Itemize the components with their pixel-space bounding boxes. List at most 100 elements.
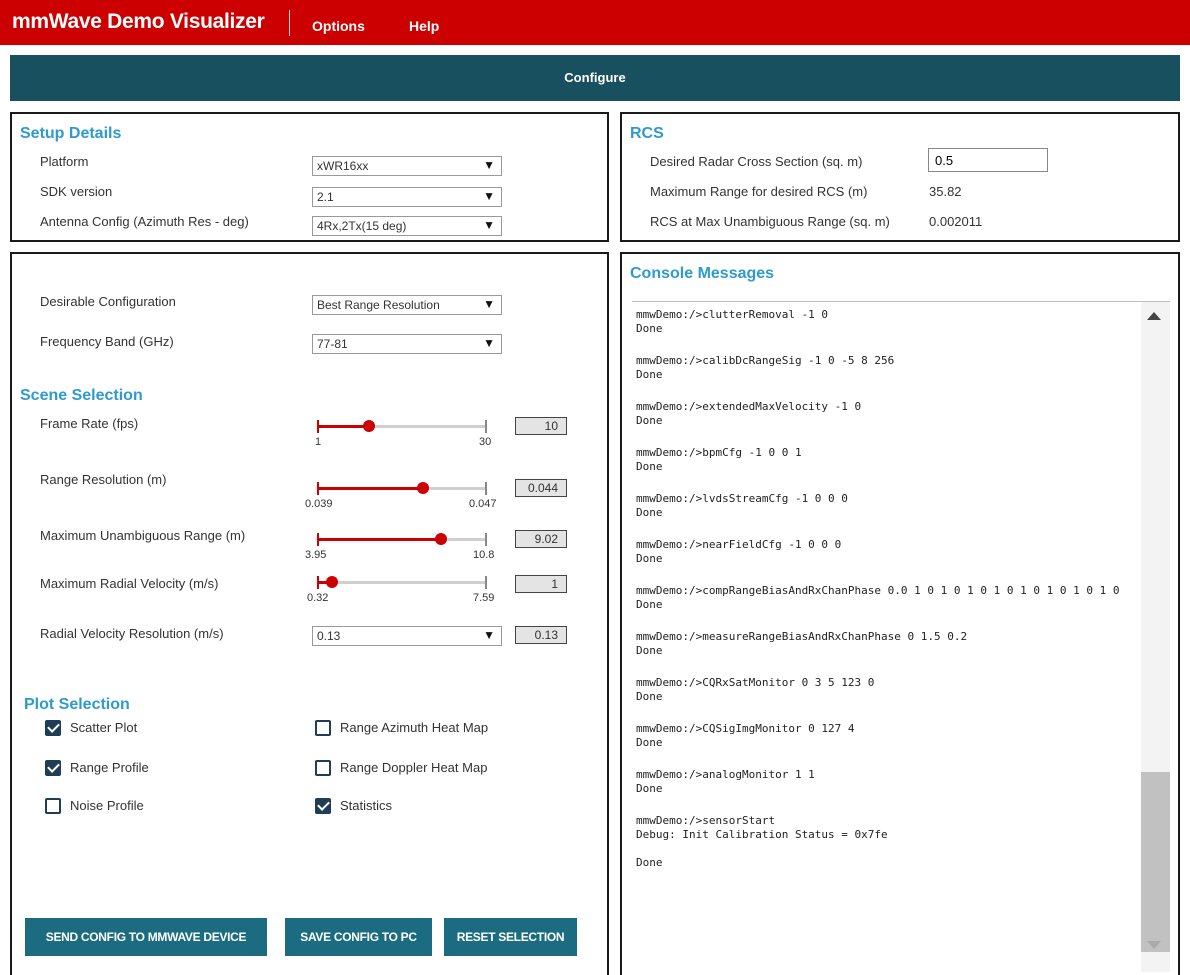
menu-options[interactable]: Options — [312, 18, 365, 34]
slider-fill — [317, 538, 441, 541]
desirable-config-value: Best Range Resolution — [317, 298, 440, 312]
range-profile-checkbox[interactable] — [45, 760, 61, 776]
sdk-select[interactable]: 2.1 ▼ — [312, 187, 502, 207]
scene-selection-title: Scene Selection — [20, 387, 143, 404]
slider-rail — [317, 581, 485, 584]
tab-configure[interactable]: Configure — [10, 70, 1180, 85]
slider-min-tick — [317, 420, 319, 433]
slider-thumb[interactable] — [326, 576, 338, 588]
configure-tab-bar: Configure — [10, 55, 1180, 101]
range-profile-label: Range Profile — [70, 760, 149, 775]
slider-min-tick — [317, 576, 319, 589]
slider-thumb[interactable] — [417, 482, 429, 494]
platform-select[interactable]: xWR16xx ▼ — [312, 156, 502, 176]
max-range-label: Maximum Unambiguous Range (m) — [40, 528, 246, 543]
velocity-resolution-value: 0.13 — [515, 626, 567, 644]
max-velocity-label: Maximum Radial Velocity (m/s) — [40, 576, 219, 591]
console-entry: mmwDemo:/>clutterRemoval -1 0 Done — [636, 308, 829, 335]
slider-min-label: 0.039 — [305, 498, 333, 510]
slider-max-tick — [485, 576, 487, 589]
save-config-button[interactable]: SAVE CONFIG TO PC — [285, 918, 432, 956]
range-doppler-label: Range Doppler Heat Map — [340, 760, 488, 775]
console-entry: mmwDemo:/>CQSigImgMonitor 0 127 4 Done — [636, 722, 855, 749]
max-range-rcs-label: Maximum Range for desired RCS (m) — [650, 184, 868, 199]
console-scroll-thumb[interactable] — [1141, 772, 1170, 952]
plot-selection-title: Plot Selection — [24, 696, 130, 713]
console-entry: mmwDemo:/>measureRangeBiasAndRxChanPhase… — [636, 630, 968, 657]
send-config-button[interactable]: SEND CONFIG TO MMWAVE DEVICE — [25, 918, 267, 956]
slider-max-label: 0.047 — [469, 498, 497, 510]
sdk-label: SDK version — [40, 184, 113, 199]
chevron-down-icon: ▼ — [483, 628, 495, 642]
slider-thumb[interactable] — [363, 420, 375, 432]
chevron-down-icon: ▼ — [483, 158, 495, 172]
velocity-resolution-label: Radial Velocity Resolution (m/s) — [40, 626, 224, 641]
slider-min-label: 0.32 — [307, 592, 329, 604]
app-title: mmWave Demo Visualizer — [12, 10, 265, 33]
slider-min-label: 1 — [315, 436, 322, 448]
frame-rate-value: 10 — [515, 417, 567, 435]
console-entry: mmwDemo:/>lvdsStreamCfg -1 0 0 0 Done — [636, 492, 848, 519]
sdk-value: 2.1 — [317, 190, 334, 204]
antenna-select[interactable]: 4Rx,2Tx(15 deg) ▼ — [312, 216, 502, 236]
scatter-plot-checkbox[interactable] — [45, 720, 61, 736]
frame-rate-slider[interactable]: 1 30 — [315, 420, 491, 460]
frequency-band-value: 77-81 — [317, 337, 348, 351]
desired-rcs-input[interactable] — [928, 148, 1048, 172]
scatter-plot-label: Scatter Plot — [70, 720, 138, 735]
top-bar: mmWave Demo Visualizer Options Help — [0, 0, 1190, 45]
frequency-band-select[interactable]: 77-81 ▼ — [312, 334, 502, 354]
desirable-config-select[interactable]: Best Range Resolution ▼ — [312, 295, 502, 315]
setup-details-title: Setup Details — [20, 125, 122, 142]
platform-value: xWR16xx — [317, 159, 369, 173]
slider-max-tick — [485, 482, 487, 495]
frame-rate-label: Frame Rate (fps) — [40, 416, 139, 431]
console-log[interactable]: mmwDemo:/>clutterRemoval -1 0 Done mmwDem… — [632, 301, 1170, 972]
max-range-slider[interactable]: 3.95 10.8 — [305, 533, 494, 573]
slider-thumb[interactable] — [435, 533, 447, 545]
max-velocity-value: 1 — [515, 575, 567, 593]
velocity-resolution-select[interactable]: 0.13 ▼ — [312, 626, 502, 646]
console-entry: mmwDemo:/>compRangeBiasAndRxChanPhase 0.… — [636, 584, 1120, 611]
statistics-label: Statistics — [340, 798, 393, 813]
antenna-label: Antenna Config (Azimuth Res - deg) — [40, 214, 249, 229]
slider-min-tick — [317, 482, 319, 495]
configuration-panel: Desirable Configuration Best Range Resol… — [10, 252, 609, 975]
range-azimuth-checkbox[interactable] — [315, 720, 331, 736]
title-separator — [289, 10, 290, 36]
max-range-rcs-value: 35.82 — [929, 184, 962, 199]
rcs-max-range-value: 0.002011 — [929, 214, 983, 229]
rcs-title: RCS — [630, 125, 664, 142]
range-doppler-checkbox[interactable] — [315, 760, 331, 776]
range-resolution-slider[interactable]: 0.039 0.047 — [305, 482, 497, 522]
console-entry: mmwDemo:/>CQRxSatMonitor 0 3 5 123 0 Don… — [636, 676, 875, 703]
slider-fill — [317, 487, 423, 490]
slider-min-tick — [317, 533, 319, 546]
max-range-value: 9.02 — [515, 530, 567, 548]
console-entry: mmwDemo:/>calibDcRangeSig -1 0 -5 8 256 … — [636, 354, 895, 381]
statistics-checkbox[interactable] — [315, 798, 331, 814]
noise-profile-checkbox[interactable] — [45, 798, 61, 814]
noise-profile-label: Noise Profile — [70, 798, 144, 813]
reset-selection-button[interactable]: RESET SELECTION — [444, 918, 577, 956]
console-entry: mmwDemo:/>analogMonitor 1 1 Done — [636, 768, 815, 795]
console-title: Console Messages — [630, 265, 775, 282]
max-velocity-slider[interactable]: 0.32 7.59 — [307, 576, 494, 616]
slider-max-tick — [485, 533, 487, 546]
menu-help[interactable]: Help — [409, 18, 439, 34]
scroll-up-arrow-icon[interactable] — [1147, 312, 1161, 320]
range-resolution-label: Range Resolution (m) — [40, 472, 167, 487]
scroll-down-arrow-icon[interactable] — [1147, 941, 1161, 949]
slider-max-tick — [485, 420, 487, 433]
velocity-resolution-select-value: 0.13 — [317, 629, 341, 643]
chevron-down-icon: ▼ — [483, 336, 495, 350]
console-entry: mmwDemo:/>extendedMaxVelocity -1 0 Done — [636, 400, 862, 427]
range-resolution-value: 0.044 — [515, 479, 567, 497]
setup-details-panel: Setup Details Platform xWR16xx ▼ SDK ver… — [10, 112, 609, 242]
chevron-down-icon: ▼ — [483, 297, 495, 311]
rcs-max-range-label: RCS at Max Unambiguous Range (sq. m) — [650, 214, 890, 229]
platform-label: Platform — [40, 154, 89, 169]
slider-min-label: 3.95 — [305, 549, 327, 561]
slider-max-label: 30 — [479, 436, 492, 448]
range-azimuth-label: Range Azimuth Heat Map — [340, 720, 489, 735]
